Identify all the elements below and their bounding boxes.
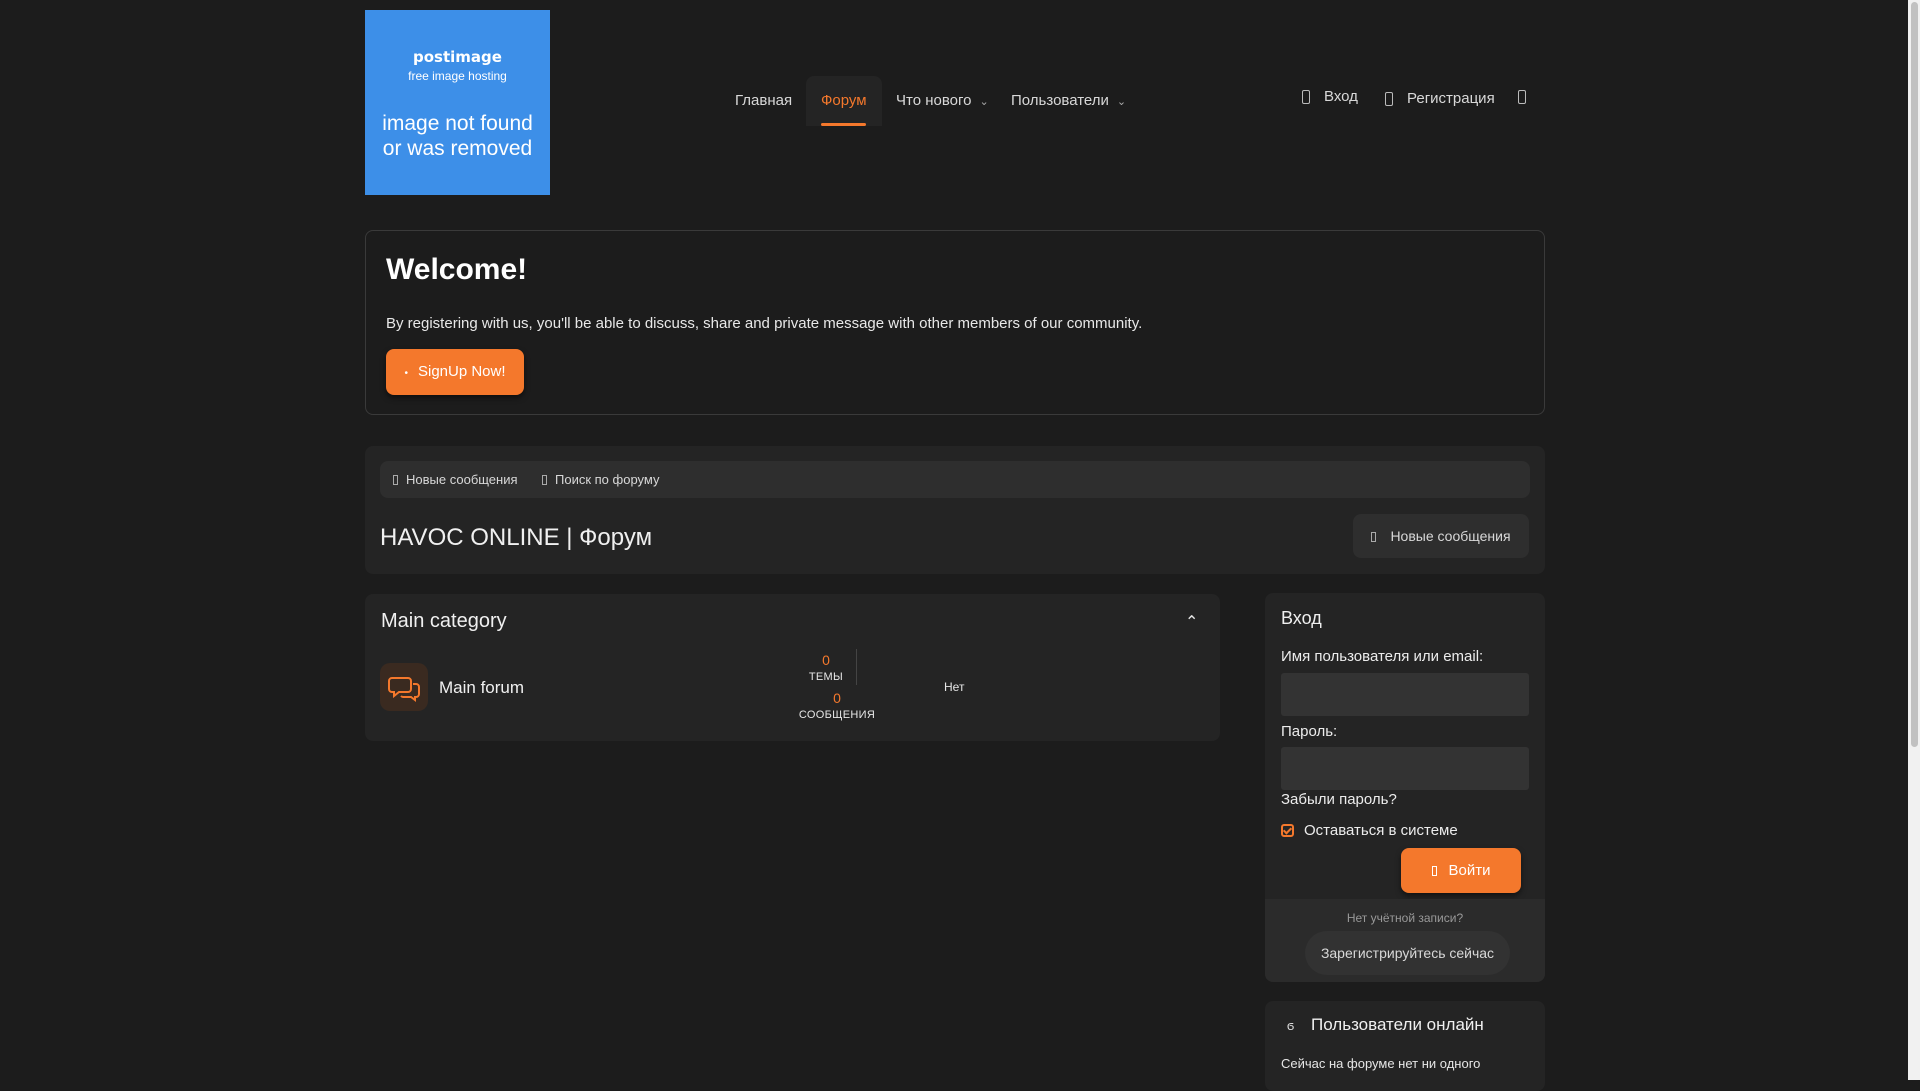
register-icon [1385,92,1393,107]
no-account-text: Нет учётной записи? [1346,911,1464,925]
users-icon: ϭ [1287,1018,1295,1033]
last-post-none: Нет [944,680,965,694]
signup-button-label: SignUp Now! [417,363,506,380]
search-button[interactable] [1518,88,1526,105]
register-now-button[interactable]: Зарегистрируйтесь сейчас [1305,931,1510,975]
password-input[interactable] [1281,747,1529,790]
forgot-password-link[interactable]: Забыли пароль? [1281,791,1397,808]
logo-missing-message: image not found or was removed [365,111,550,161]
register-link-label: Регистрация [1407,90,1495,107]
logo-tagline: free image hosting [408,69,507,83]
login-footer: Нет учётной записи? Зарегистрируйтесь се… [1265,899,1545,982]
category-panel: Main category ⌃ Main forum 0 ТЕМЫ 0 СООБ… [365,594,1220,741]
new-posts-button[interactable]: Новые сообщения [1353,514,1529,558]
nav-active-indicator [821,123,866,126]
chevron-down-icon: ⌄ [979,96,989,108]
search-icon [1518,90,1526,105]
remember-me-checkbox[interactable] [1281,824,1294,837]
signup-button[interactable]: • SignUp Now! [386,349,524,395]
nav-whats-new-label: Что нового [896,92,972,109]
new-posts-icon [1371,532,1377,542]
username-label: Имя пользователя или email: [1281,648,1484,665]
online-users-text: Сейчас на форуме нет ни одного [1281,1056,1481,1071]
welcome-title: Welcome! [386,253,528,286]
collapse-chevron-icon[interactable]: ⌃ [1185,612,1198,632]
forum-subnav: Новые сообщения Поиск по форуму [380,461,1530,498]
username-input[interactable] [1281,673,1529,716]
chevron-down-icon: ⌄ [1116,96,1127,108]
threads-label: ТЕМЫ [808,671,844,683]
search-icon [542,475,547,485]
nav-members-label: Пользователи [1011,92,1109,109]
login-icon [1302,90,1310,105]
logo-message-line1: image not found [382,112,533,135]
login-icon [1431,866,1437,876]
login-sidebar: Вход Имя пользователя или email: Пароль:… [1265,593,1545,982]
nav-home[interactable]: Главная [720,76,807,126]
subnav-new-posts-label: Новые сообщения [406,472,518,487]
signup-icon: • [404,368,408,379]
threads-count: 0 [822,652,830,668]
nav-forum[interactable]: Форум [806,76,882,126]
nav-members[interactable]: Пользователи ⌄ [996,76,1141,126]
forum-chat-icon [380,663,428,711]
messages-count: 0 [833,690,841,706]
nav-forum-label: Форум [821,92,867,109]
forum-link-main[interactable]: Main forum [439,678,524,698]
login-link[interactable]: Вход [1302,88,1358,105]
site-logo[interactable]: postimage free image hosting image not f… [365,10,550,195]
login-link-label: Вход [1324,88,1358,105]
subnav-search-forum[interactable]: Поиск по форуму [542,472,659,487]
new-posts-button-label: Новые сообщения [1390,528,1511,544]
password-label: Пароль: [1281,723,1338,740]
online-users-panel: ϭ Пользователи онлайн Сейчас на форуме н… [1265,1001,1545,1091]
login-submit-label: Войти [1448,862,1491,879]
page-title: HAVOC ONLINE | Форум [380,524,653,551]
logo-message-line2: or was removed [382,137,533,160]
subnav-search-label: Поиск по форуму [555,472,660,487]
forum-header-panel: Новые сообщения Поиск по форуму HAVOC ON… [365,446,1545,574]
login-title: Вход [1281,608,1322,628]
nav-home-label: Главная [735,92,793,109]
stats-divider [856,649,857,685]
logo-brand: postimage [413,48,502,66]
scrollbar-thumb[interactable] [1911,2,1918,747]
category-title[interactable]: Main category [381,610,507,633]
remember-me-label[interactable]: Оставаться в системе [1304,822,1458,839]
nav-whats-new[interactable]: Что нового ⌄ [881,76,1004,126]
messages-label: СООБЩЕНИЯ [798,709,876,721]
subnav-new-posts[interactable]: Новые сообщения [393,472,518,487]
online-users-title: Пользователи онлайн [1311,1015,1484,1034]
welcome-panel: Welcome! By registering with us, you'll … [365,230,1545,415]
welcome-text: By registering with us, you'll be able t… [386,315,1143,332]
register-link[interactable]: Регистрация [1385,90,1495,107]
login-submit-button[interactable]: Войти [1401,848,1521,893]
new-posts-icon [393,475,398,485]
